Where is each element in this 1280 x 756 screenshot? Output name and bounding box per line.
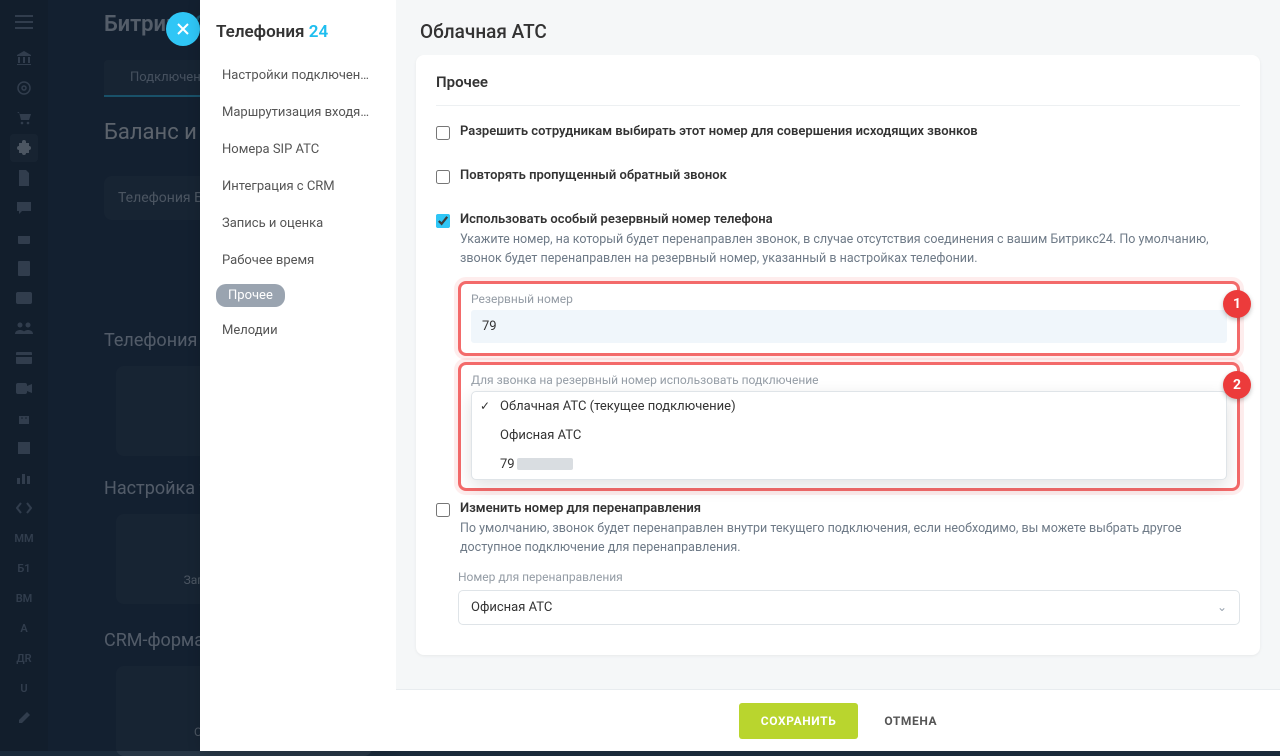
settings-item-other[interactable]: Прочее — [216, 284, 285, 307]
conn-option-office[interactable]: Офисная АТС — [472, 421, 1226, 450]
annotation-badge-1: 1 — [1223, 290, 1251, 318]
settings-modal: Облачная АТС Прочее Разрешить сотрудника… — [396, 0, 1280, 751]
row-use-reserve: Использовать особый резервный номер теле… — [436, 212, 1240, 228]
settings-item-crm-integration[interactable]: Интеграция с CRM — [216, 173, 380, 200]
conn-option-number[interactable]: 79 — [472, 450, 1226, 479]
connection-label: Для звонка на резервный номер использова… — [471, 373, 1227, 387]
reserve-label: Резервный номер — [471, 292, 1227, 306]
conn-option-cloud[interactable]: ✓ Облачная АТС (текущее подключение) — [472, 392, 1226, 421]
settings-nav: Настройки подключения Маршрутизация вход… — [216, 62, 380, 344]
settings-item-routing[interactable]: Маршрутизация входящ… — [216, 99, 380, 126]
lbl-allow-outgoing[interactable]: Разрешить сотрудникам выбирать этот номе… — [460, 124, 978, 139]
chk-use-reserve[interactable] — [436, 214, 450, 228]
content-scroll[interactable]: Прочее Разрешить сотрудникам выбирать эт… — [396, 55, 1280, 689]
settings-item-connection[interactable]: Настройки подключения — [216, 62, 380, 89]
settings-title: Телефония 24 — [216, 22, 380, 42]
settings-sidebar: Телефония 24 Настройки подключения Маршр… — [200, 0, 396, 751]
settings-item-ringtones[interactable]: Мелодии — [216, 317, 380, 344]
lbl-repeat-callback[interactable]: Повторять пропущенный обратный звонок — [460, 168, 727, 183]
help-change-forward: По умолчанию, звонок будет перенаправлен… — [436, 519, 1240, 558]
save-button[interactable]: СОХРАНИТЬ — [739, 703, 859, 739]
masked-number — [517, 458, 573, 470]
settings-card: Прочее Разрешить сотрудникам выбирать эт… — [416, 55, 1260, 655]
chk-repeat-callback[interactable] — [436, 170, 450, 184]
help-use-reserve: Укажите номер, на который будет перенапр… — [436, 230, 1240, 269]
chevron-down-icon: ⌄ — [1217, 600, 1227, 614]
settings-item-sip-numbers[interactable]: Номера SIP АТС — [216, 136, 380, 163]
modal-footer: СОХРАНИТЬ ОТМЕНА — [396, 689, 1280, 751]
check-icon: ✓ — [480, 399, 490, 413]
settings-item-work-hours[interactable]: Рабочее время — [216, 247, 380, 274]
forward-select[interactable]: Офисная АТС ⌄ — [458, 590, 1240, 625]
page-title: Облачная АТС — [396, 0, 1280, 55]
row-change-forward: Изменить номер для перенаправления — [436, 501, 1240, 517]
card-title: Прочее — [436, 73, 1240, 106]
reserve-number-input[interactable] — [471, 310, 1227, 343]
row-repeat-callback: Повторять пропущенный обратный звонок — [436, 168, 1240, 184]
forward-label: Номер для перенаправления — [458, 570, 1240, 584]
connection-dropdown-open: ✓ Облачная АТС (текущее подключение) Офи… — [471, 391, 1227, 480]
highlight-connection-select: 2 Для звонка на резервный номер использо… — [458, 362, 1240, 491]
cancel-button[interactable]: ОТМЕНА — [884, 714, 937, 728]
forward-select-value: Офисная АТС — [471, 600, 552, 615]
chk-change-forward[interactable] — [436, 503, 450, 517]
annotation-badge-2: 2 — [1223, 371, 1251, 399]
settings-item-recording[interactable]: Запись и оценка — [216, 210, 380, 237]
lbl-change-forward[interactable]: Изменить номер для перенаправления — [460, 501, 701, 516]
highlight-reserve-number: 1 Резервный номер — [458, 281, 1240, 356]
chk-allow-outgoing[interactable] — [436, 126, 450, 140]
row-allow-outgoing: Разрешить сотрудникам выбирать этот номе… — [436, 124, 1240, 140]
close-panel-button[interactable] — [166, 12, 200, 46]
forward-number-block: Номер для перенаправления Офисная АТС ⌄ — [458, 570, 1240, 625]
lbl-use-reserve[interactable]: Использовать особый резервный номер теле… — [460, 212, 773, 227]
